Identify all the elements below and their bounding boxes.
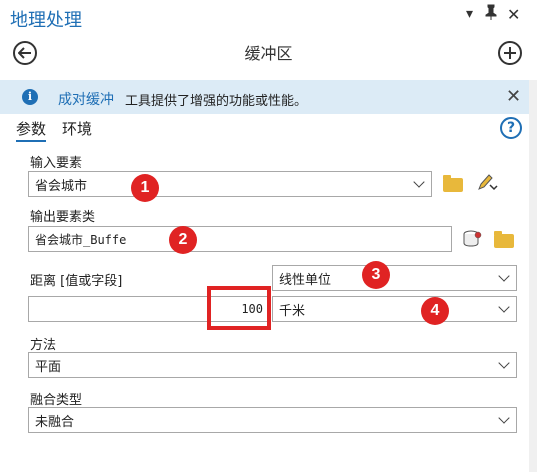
info-icon: i (22, 89, 38, 105)
chevron-down-icon (498, 412, 510, 424)
panel-title: 地理处理 (10, 10, 82, 31)
output-features-input[interactable]: 省会城市_Buffe (28, 226, 452, 252)
method-select[interactable]: 平面 (28, 352, 517, 378)
browse-folder-icon[interactable] (443, 175, 463, 192)
help-icon[interactable]: ? (500, 117, 522, 139)
method-value: 平面 (35, 359, 62, 375)
annotation-badge-4: 4 (421, 297, 449, 325)
plus-icon (504, 47, 516, 59)
annotation-badge-3: 3 (362, 261, 390, 289)
method-label: 方法 (30, 338, 57, 353)
input-features-value: 省会城市 (35, 178, 88, 194)
tab-parameters[interactable]: 参数 (16, 118, 47, 142)
browse-folder-icon[interactable] (494, 231, 514, 248)
database-icon[interactable] (462, 229, 484, 253)
dissolve-type-value: 未融合 (35, 414, 75, 430)
chevron-down-icon (498, 357, 510, 369)
chevron-down-icon (498, 270, 510, 282)
highlight-box (207, 286, 271, 330)
dissolve-type-label: 融合类型 (30, 393, 83, 408)
dissolve-type-select[interactable]: 未融合 (28, 407, 517, 433)
chevron-down-icon (413, 176, 425, 188)
annotation-badge-1: 1 (131, 174, 159, 202)
close-info-icon[interactable]: ✕ (506, 86, 521, 107)
tool-title: 缓冲区 (244, 44, 293, 63)
info-message: 工具提供了增强的功能或性能。 (125, 94, 308, 109)
chevron-down-icon (498, 301, 510, 313)
distance-label: 距离 [值或字段] (30, 274, 123, 289)
input-features-label: 输入要素 (30, 156, 83, 171)
tab-environments[interactable]: 环境 (62, 118, 92, 139)
unit-mode-value: 线性单位 (279, 272, 332, 288)
pin-icon[interactable] (485, 4, 497, 24)
distance-unit-select[interactable]: 千米 (272, 296, 517, 322)
unit-mode-select[interactable]: 线性单位 (272, 265, 517, 291)
input-features-select[interactable]: 省会城市 (28, 171, 432, 197)
add-button[interactable] (498, 41, 522, 65)
pairwise-buffer-link[interactable]: 成对缓冲 (58, 89, 114, 109)
scrollbar[interactable] (529, 80, 537, 472)
output-features-label: 输出要素类 (30, 210, 96, 225)
close-panel-icon[interactable]: ✕ (507, 5, 520, 24)
edit-pencil-icon[interactable] (476, 173, 498, 195)
menu-dropdown-icon[interactable]: ▾ (466, 6, 473, 22)
output-features-value: 省会城市_Buffe (35, 232, 127, 247)
annotation-badge-2: 2 (169, 226, 197, 254)
distance-unit-value: 千米 (279, 303, 306, 319)
